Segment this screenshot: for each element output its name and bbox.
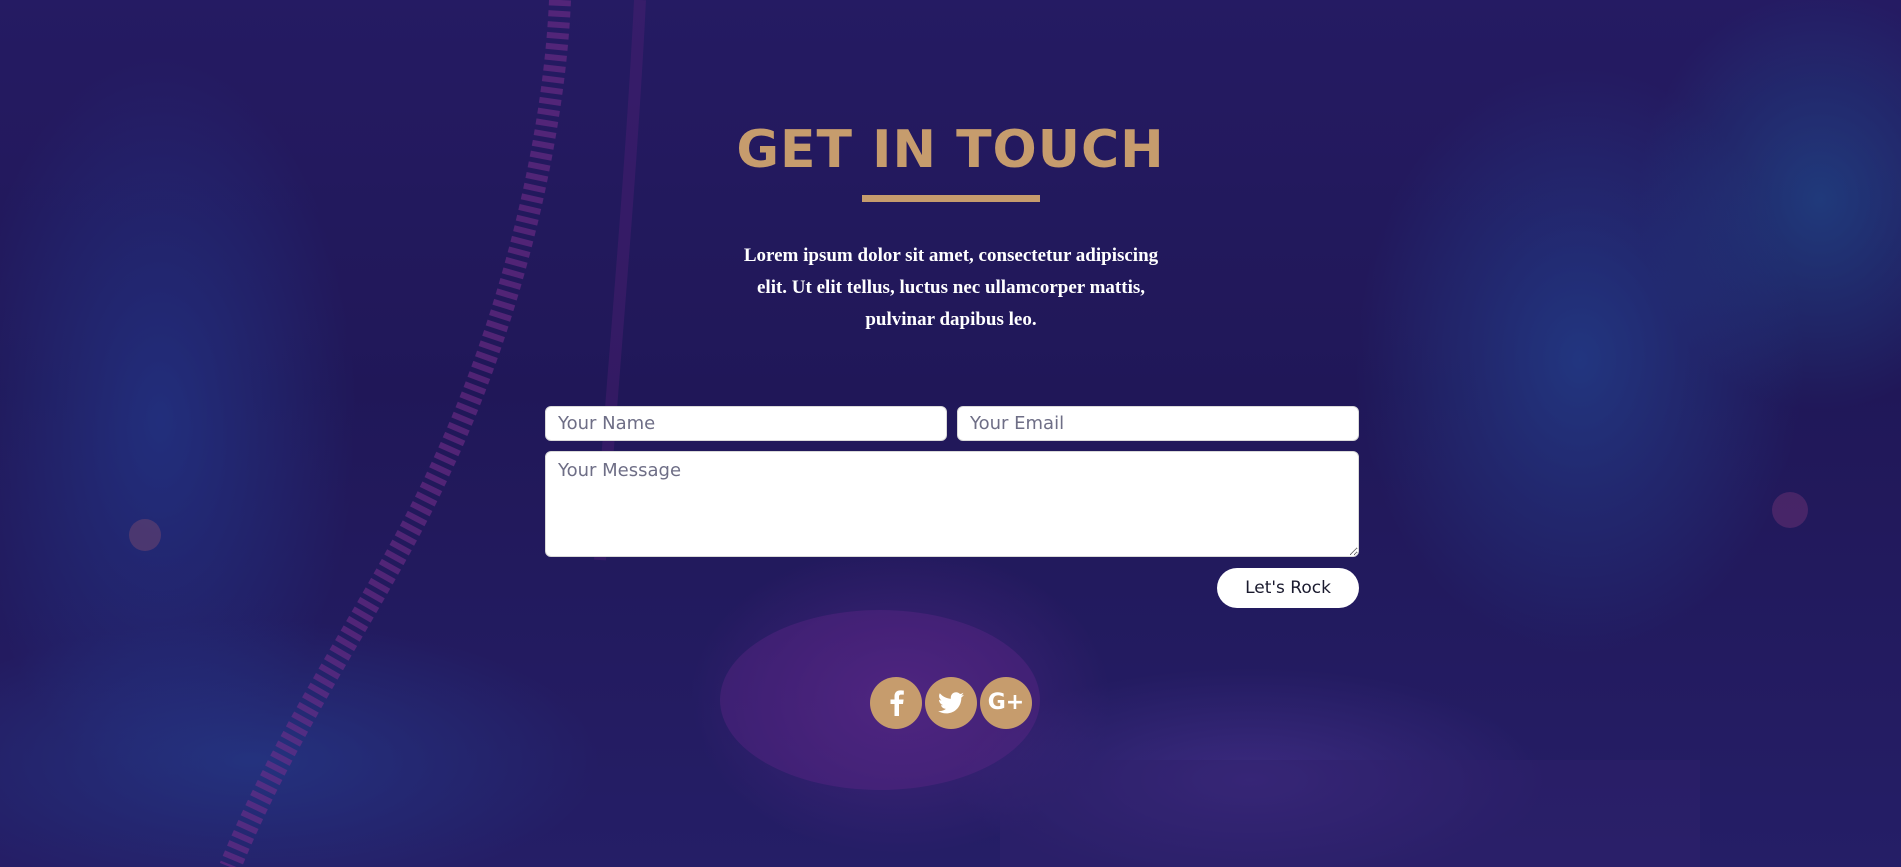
title-underline [862, 195, 1040, 202]
page-title: GET IN TOUCH [736, 120, 1165, 180]
name-input[interactable] [545, 406, 947, 441]
message-textarea[interactable] [545, 451, 1359, 557]
submit-button[interactable]: Let's Rock [1217, 568, 1359, 608]
facebook-button[interactable] [870, 677, 922, 729]
email-input[interactable] [957, 406, 1359, 441]
contact-section: GET IN TOUCH Lorem ipsum dolor sit amet,… [0, 0, 1901, 867]
google-plus-button[interactable]: G+ [980, 677, 1032, 729]
twitter-icon [938, 692, 964, 714]
google-plus-icon: G+ [987, 690, 1025, 715]
twitter-button[interactable] [925, 677, 977, 729]
facebook-icon [890, 690, 904, 716]
intro-text: Lorem ipsum dolor sit amet, consectetur … [743, 245, 1159, 330]
